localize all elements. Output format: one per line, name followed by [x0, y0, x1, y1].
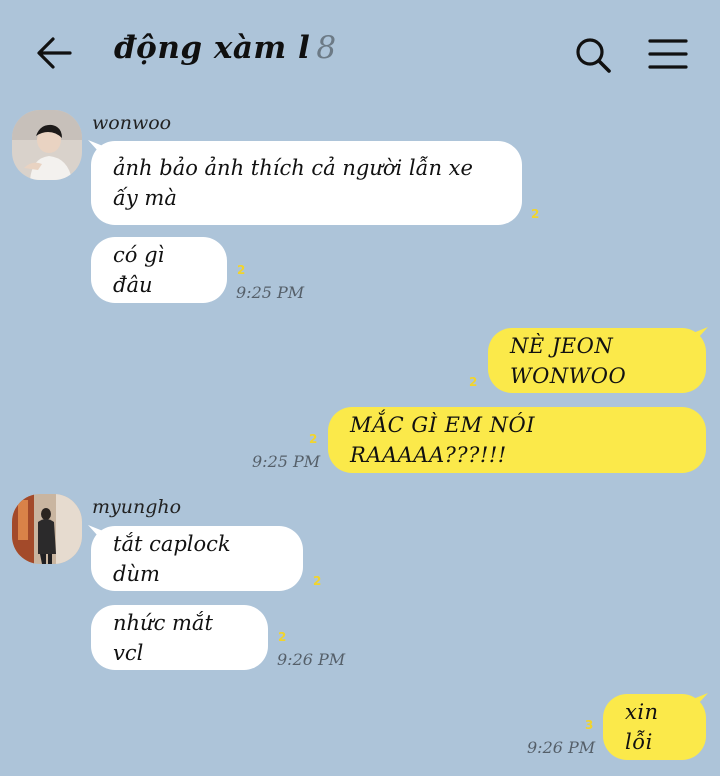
- message-text: tắt caplock dùm: [113, 531, 231, 586]
- back-arrow-icon[interactable]: [36, 36, 72, 70]
- unread-count: 2: [313, 574, 322, 588]
- unread-count: 2: [309, 432, 318, 446]
- message-bubble[interactable]: xin lỗi: [603, 694, 706, 760]
- member-count: 8: [316, 30, 337, 66]
- chat-name: động xàm l: [114, 30, 311, 66]
- message-bubble[interactable]: MẮC GÌ EM NÓI RAAAAA???!!!: [328, 407, 706, 473]
- message-text: nhức mắt vcl: [113, 610, 213, 665]
- avatar-myungho[interactable]: [12, 494, 82, 564]
- message-time: 9:26 PM: [277, 650, 346, 669]
- unread-count: 2: [237, 263, 246, 277]
- message-time: 9:25 PM: [252, 452, 321, 471]
- message-text: xin lỗi: [625, 700, 659, 754]
- sender-name-wonwoo: wonwoo: [92, 112, 172, 134]
- unread-count: 3: [585, 718, 594, 732]
- message-bubble[interactable]: ảnh bảo ảnh thích cả người lẫn xe ấy mà: [91, 141, 522, 225]
- avatar-wonwoo[interactable]: [12, 110, 82, 180]
- message-bubble[interactable]: nhức mắt vcl: [91, 605, 268, 670]
- unread-count: 2: [278, 630, 287, 644]
- avatar-photo-icon: [12, 110, 82, 180]
- chat-header: động xàm l8: [0, 0, 720, 100]
- hamburger-menu-icon[interactable]: [648, 38, 688, 70]
- message-text: NÈ JEON WONWOO: [510, 333, 627, 388]
- message-time: 9:25 PM: [236, 283, 305, 302]
- unread-count: 2: [469, 375, 478, 389]
- chat-title: động xàm l8: [114, 30, 337, 66]
- message-bubble[interactable]: NÈ JEON WONWOO: [488, 328, 706, 393]
- message-time: 9:26 PM: [527, 738, 596, 757]
- message-bubble[interactable]: có gì đâu: [91, 237, 227, 303]
- message-text: MẮC GÌ EM NÓI RAAAAA???!!!: [350, 413, 536, 467]
- message-text: có gì đâu: [113, 243, 165, 297]
- sender-name-myungho: myungho: [92, 496, 182, 518]
- message-bubble[interactable]: tắt caplock dùm: [91, 526, 303, 591]
- search-icon[interactable]: [574, 36, 612, 74]
- message-text: ảnh bảo ảnh thích cả người lẫn xe ấy mà: [113, 156, 473, 210]
- unread-count: 2: [531, 207, 540, 221]
- avatar-photo-icon: [12, 494, 82, 564]
